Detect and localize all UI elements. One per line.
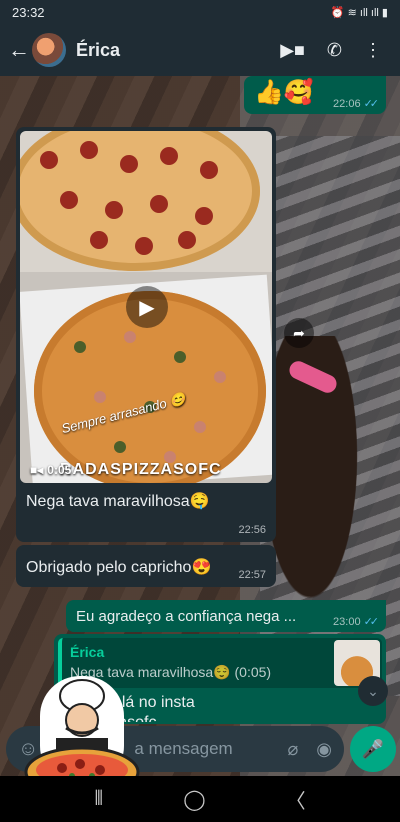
pepperoni [200, 161, 218, 179]
scroll-down-icon[interactable]: ⌄ [358, 676, 388, 706]
message-text: Nega tava maravilhosa🤤 [26, 493, 210, 510]
video-overlay-brand: RADASPIZZASOFC [60, 461, 222, 478]
system-nav-bar: ⦀ ◯ 〈 [0, 776, 400, 822]
arrow-left-icon[interactable]: ← [8, 37, 30, 63]
message-text: Eu agradeço a confiança nega ... [76, 608, 297, 625]
message-outgoing[interactable]: 👍🥰 22:06 ✓✓ [244, 76, 386, 114]
message-time: 22:06 [333, 97, 361, 110]
olive [174, 351, 186, 363]
message-incoming-video[interactable]: ▶ Sempre arrasando 😊 RADASPIZZASOFC ■◂ 0… [16, 127, 276, 542]
ham [124, 331, 136, 343]
olive [74, 341, 86, 353]
ham [214, 371, 226, 383]
message-time: 22:56 [238, 524, 266, 536]
pepperoni [150, 195, 168, 213]
pepperoni [80, 141, 98, 159]
double-check-icon: ✓✓ [363, 98, 380, 110]
message-meta: 22:56 [238, 520, 266, 538]
video-call-icon[interactable]: ▶︎■ [280, 40, 305, 61]
double-check-icon: ✓✓ [363, 616, 380, 628]
status-indicators: ⏰ ≋ ıll ıll ▮ [330, 6, 388, 19]
video-camera-icon: ■◂ [30, 463, 44, 477]
mic-icon[interactable]: 🎤 [350, 726, 396, 772]
message-incoming[interactable]: Obrigado pelo capricho😍 22:57 [16, 545, 276, 587]
message-time: 22:57 [238, 569, 266, 581]
more-vert-icon[interactable]: ⋮ [364, 40, 382, 61]
message-text: 👍🥰 [254, 79, 314, 106]
status-bar: 23:32 ⏰ ≋ ıll ıll ▮ [0, 0, 400, 24]
pepperoni [160, 147, 178, 165]
pepperoni [60, 191, 78, 209]
pizza-image [20, 131, 260, 271]
message-outgoing[interactable]: Eu agradeço a confiança nega ... 23:00 ✓… [66, 600, 386, 632]
back-nav-icon[interactable]: 〈 [286, 785, 306, 814]
camera-icon[interactable]: ◉ [316, 739, 332, 760]
pepperoni [195, 207, 213, 225]
chat-header: ← Érica ▶︎■ ✆ ⋮ [0, 24, 400, 76]
recents-icon[interactable]: ⦀ [94, 788, 103, 811]
message-meta: 23:00 ✓✓ [333, 615, 380, 629]
message-text: Obrigado pelo capricho😍 [26, 559, 212, 576]
home-icon[interactable]: ◯ [183, 787, 205, 812]
video-thumbnail[interactable]: ▶ Sempre arrasando 😊 RADASPIZZASOFC ■◂ 0… [20, 131, 272, 483]
attach-icon[interactable]: ⌀ [287, 739, 298, 760]
header-actions: ▶︎■ ✆ ⋮ [280, 40, 392, 61]
message-time: 23:00 [333, 615, 361, 628]
play-icon[interactable]: ▶ [126, 286, 168, 328]
status-time: 23:32 [12, 4, 45, 20]
pepperoni [105, 201, 123, 219]
ham [194, 421, 206, 433]
olive [114, 441, 126, 453]
avatar[interactable] [32, 33, 66, 67]
message-input[interactable]: a mensagem [134, 739, 232, 759]
ham [94, 391, 106, 403]
video-duration: 0:05 [47, 463, 72, 477]
quoted-author: Érica [70, 644, 105, 660]
pepperoni [135, 237, 153, 255]
phone-icon[interactable]: ✆ [327, 40, 342, 61]
message-meta: 22:06 ✓✓ [333, 97, 380, 111]
forward-icon[interactable]: ➦ [284, 318, 314, 348]
message-meta: 22:57 [238, 565, 266, 583]
pepperoni [40, 151, 58, 169]
video-info: ■◂ 0:05 [30, 463, 71, 477]
pepperoni [90, 231, 108, 249]
pepperoni [178, 231, 196, 249]
contact-name[interactable]: Érica [76, 40, 120, 61]
pepperoni [120, 155, 138, 173]
